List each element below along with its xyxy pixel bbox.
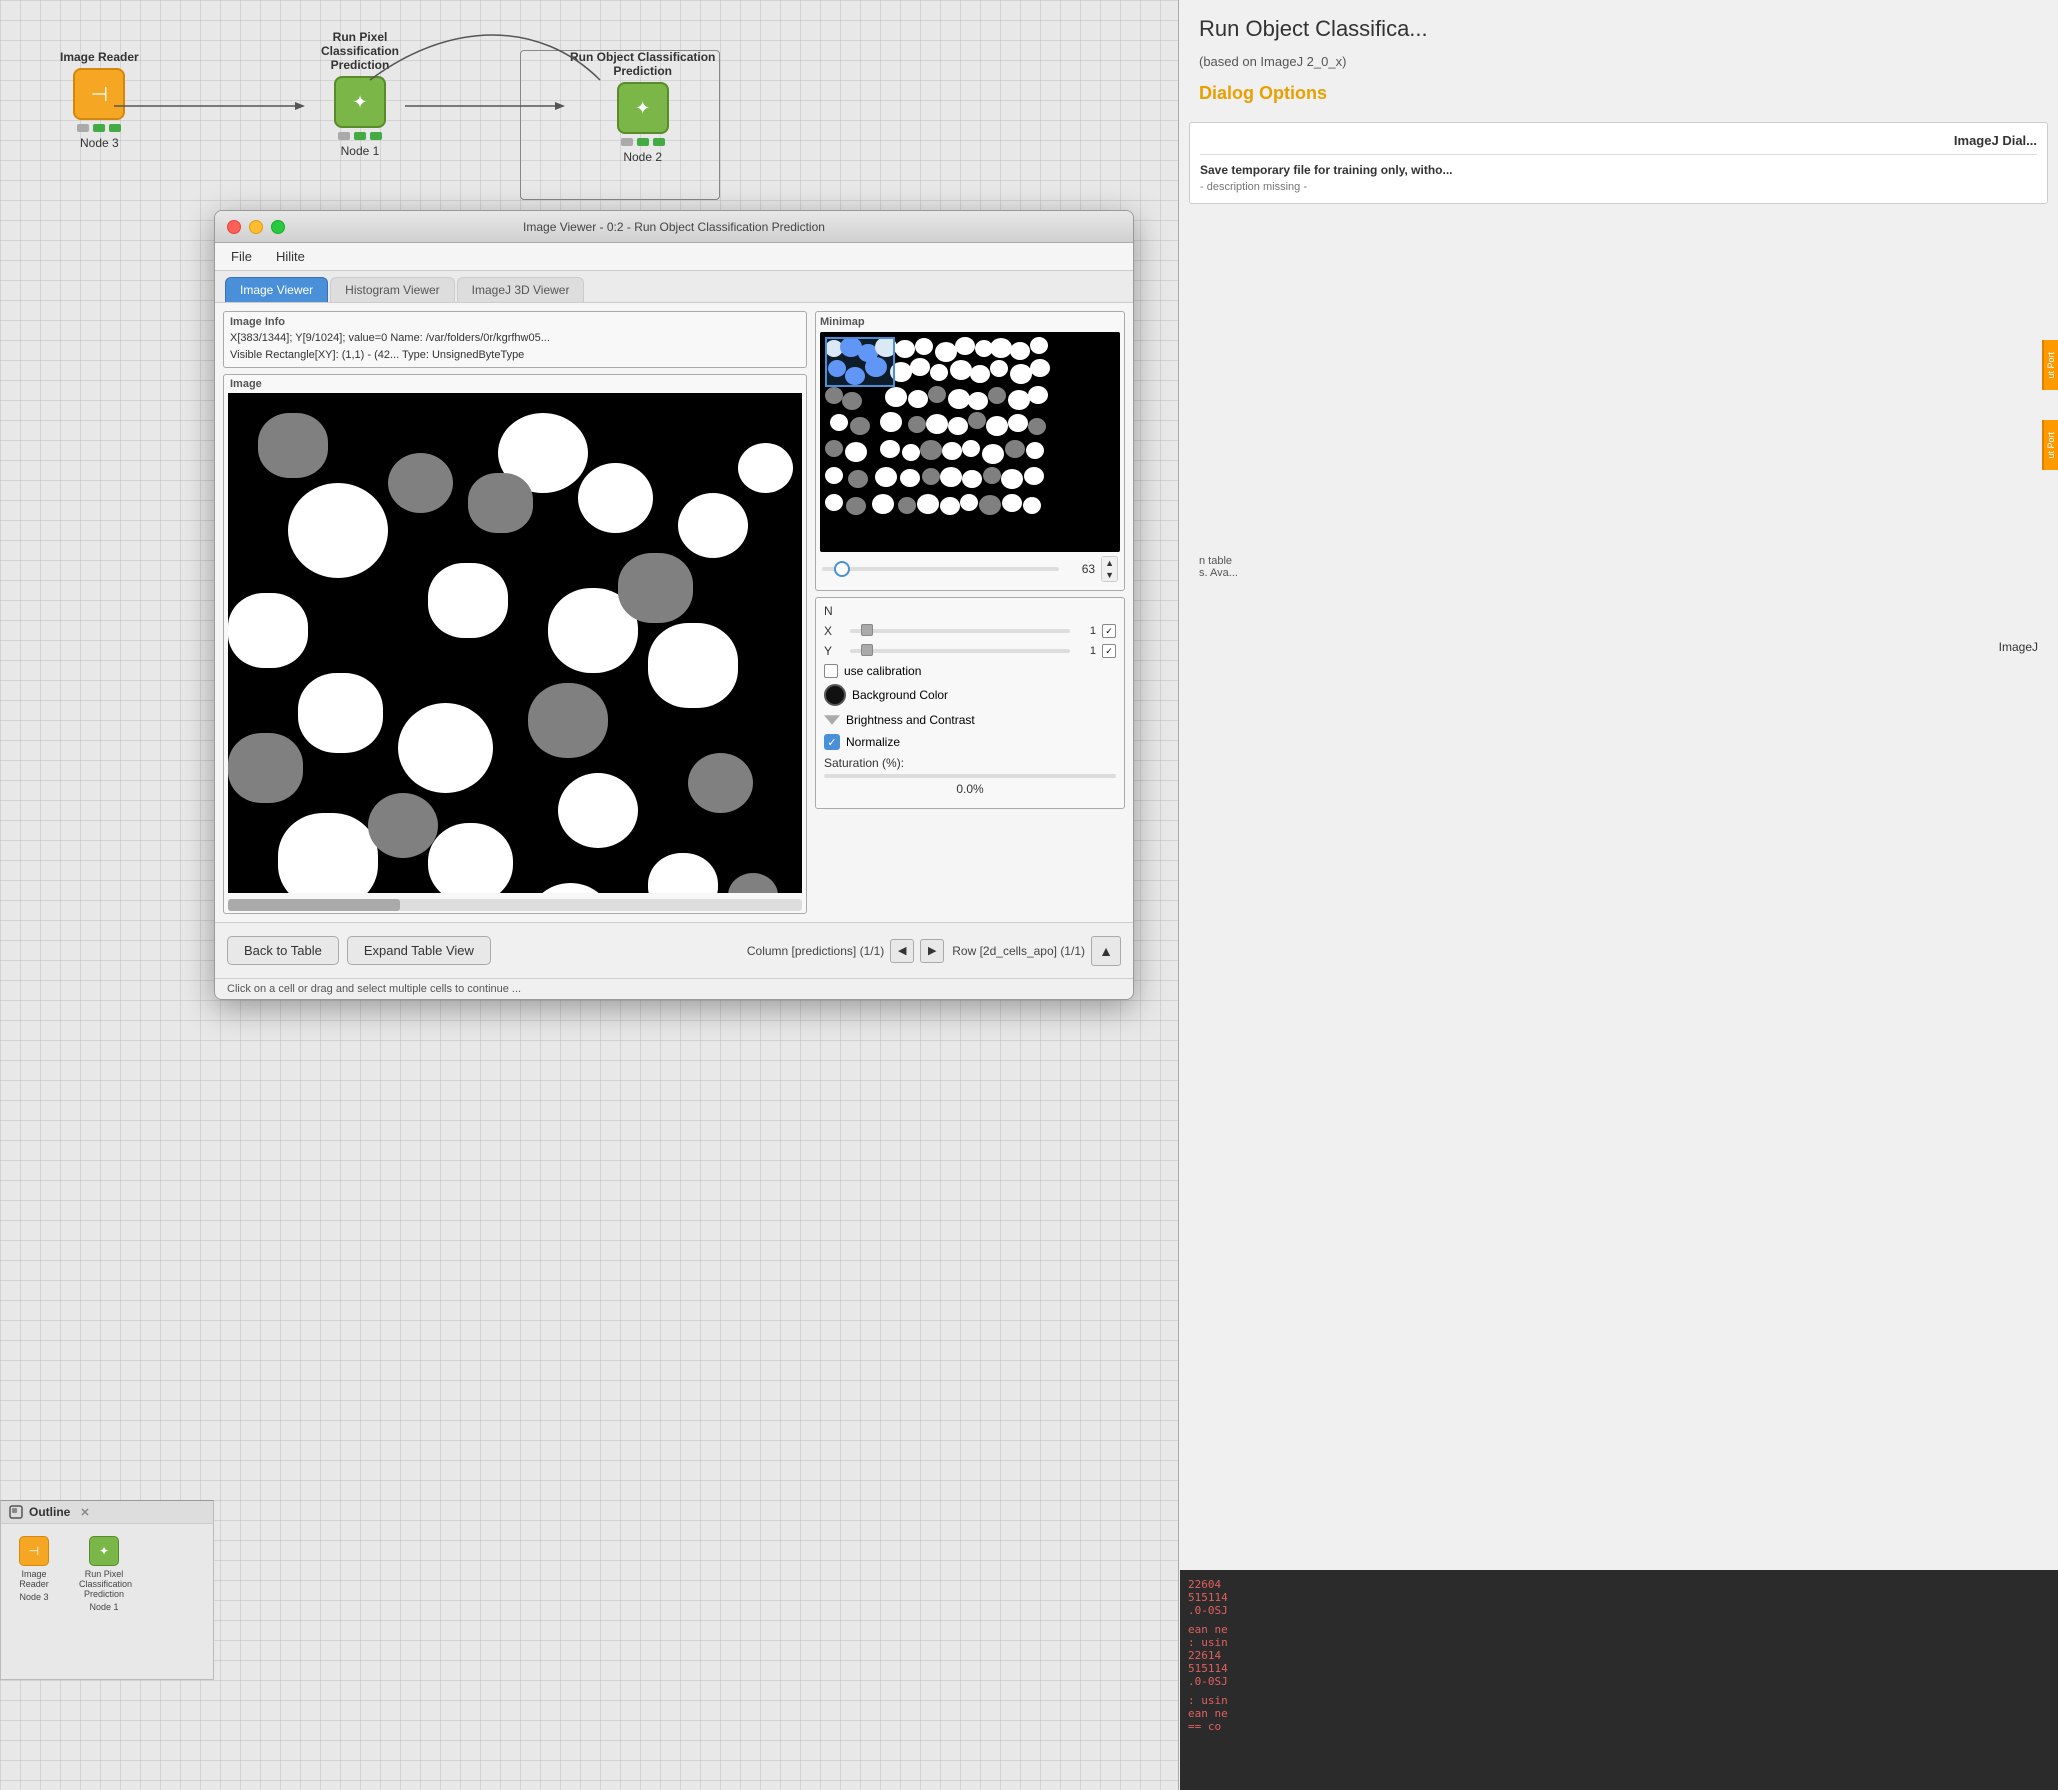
row-nav: Row [2d_cells_apo] (1/1) ▲	[952, 936, 1121, 966]
image-canvas[interactable]	[228, 393, 802, 893]
outline-header: Outline ✕	[1, 1501, 213, 1524]
outline-close[interactable]: ✕	[80, 1506, 89, 1519]
expand-table-view-button[interactable]: Expand Table View	[347, 936, 491, 965]
section-header: ImageJ Dial...	[1200, 133, 2037, 155]
zoom-row: 63 ▲ ▼	[820, 552, 1120, 586]
outline-node-image-reader[interactable]: ⊣ Image Reader Node 3	[9, 1536, 59, 1602]
outline-panel: Outline ✕ ⊣ Image Reader Node 3 ✦ Run Pi…	[0, 1500, 214, 1680]
saturation-slider[interactable]	[824, 774, 1116, 778]
col-nav: Column [predictions] (1/1) ◀ ▶	[747, 939, 944, 963]
image-info-box: Image Info X[383/1344]; Y[9/1024]; value…	[223, 311, 807, 368]
window-titlebar: Image Viewer - 0:2 - Run Object Classifi…	[215, 211, 1133, 243]
section-desc: Save temporary file for training only, w…	[1200, 163, 2037, 177]
node-1-traffic	[338, 132, 382, 140]
maximize-button[interactable]	[271, 220, 285, 234]
node-3-traffic	[77, 124, 121, 132]
outline-node-pixel-class[interactable]: ✦ Run Pixel Classification Prediction No…	[79, 1536, 129, 1612]
saturation-row: Saturation (%): 0.0%	[824, 756, 1116, 796]
imagej-label: ImageJ	[1999, 640, 2038, 654]
tab-image-viewer[interactable]: Image Viewer	[225, 277, 328, 302]
menu-hilite[interactable]: Hilite	[272, 247, 309, 266]
col-next-button[interactable]: ▶	[920, 939, 944, 963]
tab-imagej-3d-viewer[interactable]: ImageJ 3D Viewer	[457, 277, 585, 302]
minimap-box: Minimap	[815, 311, 1125, 591]
dialog-options-label: Dialog Options	[1179, 73, 2058, 114]
log-area: 22604 515114 .0-0SJ ean ne : usin 22614 …	[1180, 1570, 2058, 1790]
output-port-1: ut Port	[2042, 340, 2058, 390]
normalize-label: Normalize	[846, 735, 900, 749]
zoom-slider[interactable]	[822, 567, 1059, 571]
workflow-node-3[interactable]: Image Reader ⊣ Node 3	[60, 50, 139, 150]
x-check[interactable]: ✓	[1102, 624, 1116, 638]
normalize-row: ✓ Normalize	[824, 734, 1116, 750]
zoom-stepper[interactable]: ▲ ▼	[1101, 556, 1118, 582]
minimap-canvas[interactable]	[820, 332, 1120, 552]
window-title: Image Viewer - 0:2 - Run Object Classifi…	[523, 220, 825, 234]
brightness-header: Brightness and Contrast	[824, 712, 1116, 728]
image-viewer-window: Image Viewer - 0:2 - Run Object Classifi…	[214, 210, 1134, 1000]
window-menubar: File Hilite	[215, 243, 1133, 271]
x-row: X 1 ✓	[824, 624, 1116, 638]
outline-label: Outline	[29, 1505, 70, 1519]
y-row: Y 1 ✓	[824, 644, 1116, 658]
normalize-checkbox[interactable]: ✓	[824, 734, 840, 750]
n-row: N	[824, 604, 1116, 618]
outline-icon-image-reader: ⊣	[19, 1536, 49, 1566]
right-panel: Run Object Classifica... (based on Image…	[1178, 0, 2058, 1790]
image-info-line2: Visible Rectangle[XY]: (1,1) - (42... Ty…	[230, 347, 800, 364]
statusbar-text: Click on a cell or drag and select multi…	[227, 983, 521, 995]
window-tabs: Image Viewer Histogram Viewer ImageJ 3D …	[215, 271, 1133, 303]
y-check[interactable]: ✓	[1102, 644, 1116, 658]
minimize-button[interactable]	[249, 220, 263, 234]
row-up-button[interactable]: ▲	[1091, 936, 1121, 966]
use-calibration-label: use calibration	[844, 664, 921, 678]
saturation-value: 0.0%	[824, 782, 1116, 796]
image-scrollbar[interactable]	[228, 899, 802, 911]
tab-histogram-viewer[interactable]: Histogram Viewer	[330, 277, 454, 302]
outline-icon-pixel-class: ✦	[89, 1536, 119, 1566]
section-subdesc: - description missing -	[1200, 181, 2037, 193]
workflow-node-2[interactable]: Run Object ClassificationPrediction ✦ No…	[570, 50, 715, 164]
controls-box: N X 1 ✓ Y 1 ✓	[815, 597, 1125, 809]
use-calibration-row: use calibration	[824, 664, 1116, 678]
right-panel-subtitle: (based on ImageJ 2_0_x)	[1179, 50, 2058, 73]
window-bottom-toolbar: Back to Table Expand Table View Column […	[215, 922, 1133, 978]
output-port-2: ut Port	[2042, 420, 2058, 470]
outline-icon	[9, 1505, 23, 1519]
node-3-icon[interactable]: ⊣	[73, 68, 125, 120]
node-1-icon[interactable]: ✦	[334, 76, 386, 128]
col-prev-button[interactable]: ◀	[890, 939, 914, 963]
window-content: Image Info X[383/1344]; Y[9/1024]; value…	[215, 303, 1133, 922]
window-statusbar: Click on a cell or drag and select multi…	[215, 978, 1133, 999]
y-slider[interactable]	[850, 649, 1070, 653]
brightness-contrast-label: Brightness and Contrast	[846, 713, 975, 727]
minimap-selection[interactable]	[825, 337, 895, 387]
use-calibration-checkbox[interactable]	[824, 664, 838, 678]
right-panel-title: Run Object Classifica...	[1179, 0, 2058, 50]
viewer-right-panel: Minimap	[815, 311, 1125, 914]
node-2-icon[interactable]: ✦	[617, 82, 669, 134]
node-2-traffic	[621, 138, 665, 146]
right-panel-note: n tables. Ava...	[1199, 555, 2038, 579]
right-panel-section: ImageJ Dial... Save temporary file for t…	[1189, 122, 2048, 204]
left-panel: Image Info X[383/1344]; Y[9/1024]; value…	[223, 311, 807, 914]
image-info-line1: X[383/1344]; Y[9/1024]; value=0 Name: /v…	[230, 330, 800, 347]
zoom-value: 63	[1065, 562, 1095, 576]
close-button[interactable]	[227, 220, 241, 234]
background-color-label: Background Color	[852, 688, 948, 702]
workflow-node-1[interactable]: Run Pixel ClassificationPrediction ✦ Nod…	[300, 30, 420, 158]
x-slider[interactable]	[850, 629, 1070, 633]
back-to-table-button[interactable]: Back to Table	[227, 936, 339, 965]
expand-arrow[interactable]	[824, 712, 840, 728]
background-color-swatch[interactable]	[824, 684, 846, 706]
outline-content: ⊣ Image Reader Node 3 ✦ Run Pixel Classi…	[1, 1524, 213, 1624]
background-color-row: Background Color	[824, 684, 1116, 706]
menu-file[interactable]: File	[227, 247, 256, 266]
image-box: Image	[223, 374, 807, 914]
